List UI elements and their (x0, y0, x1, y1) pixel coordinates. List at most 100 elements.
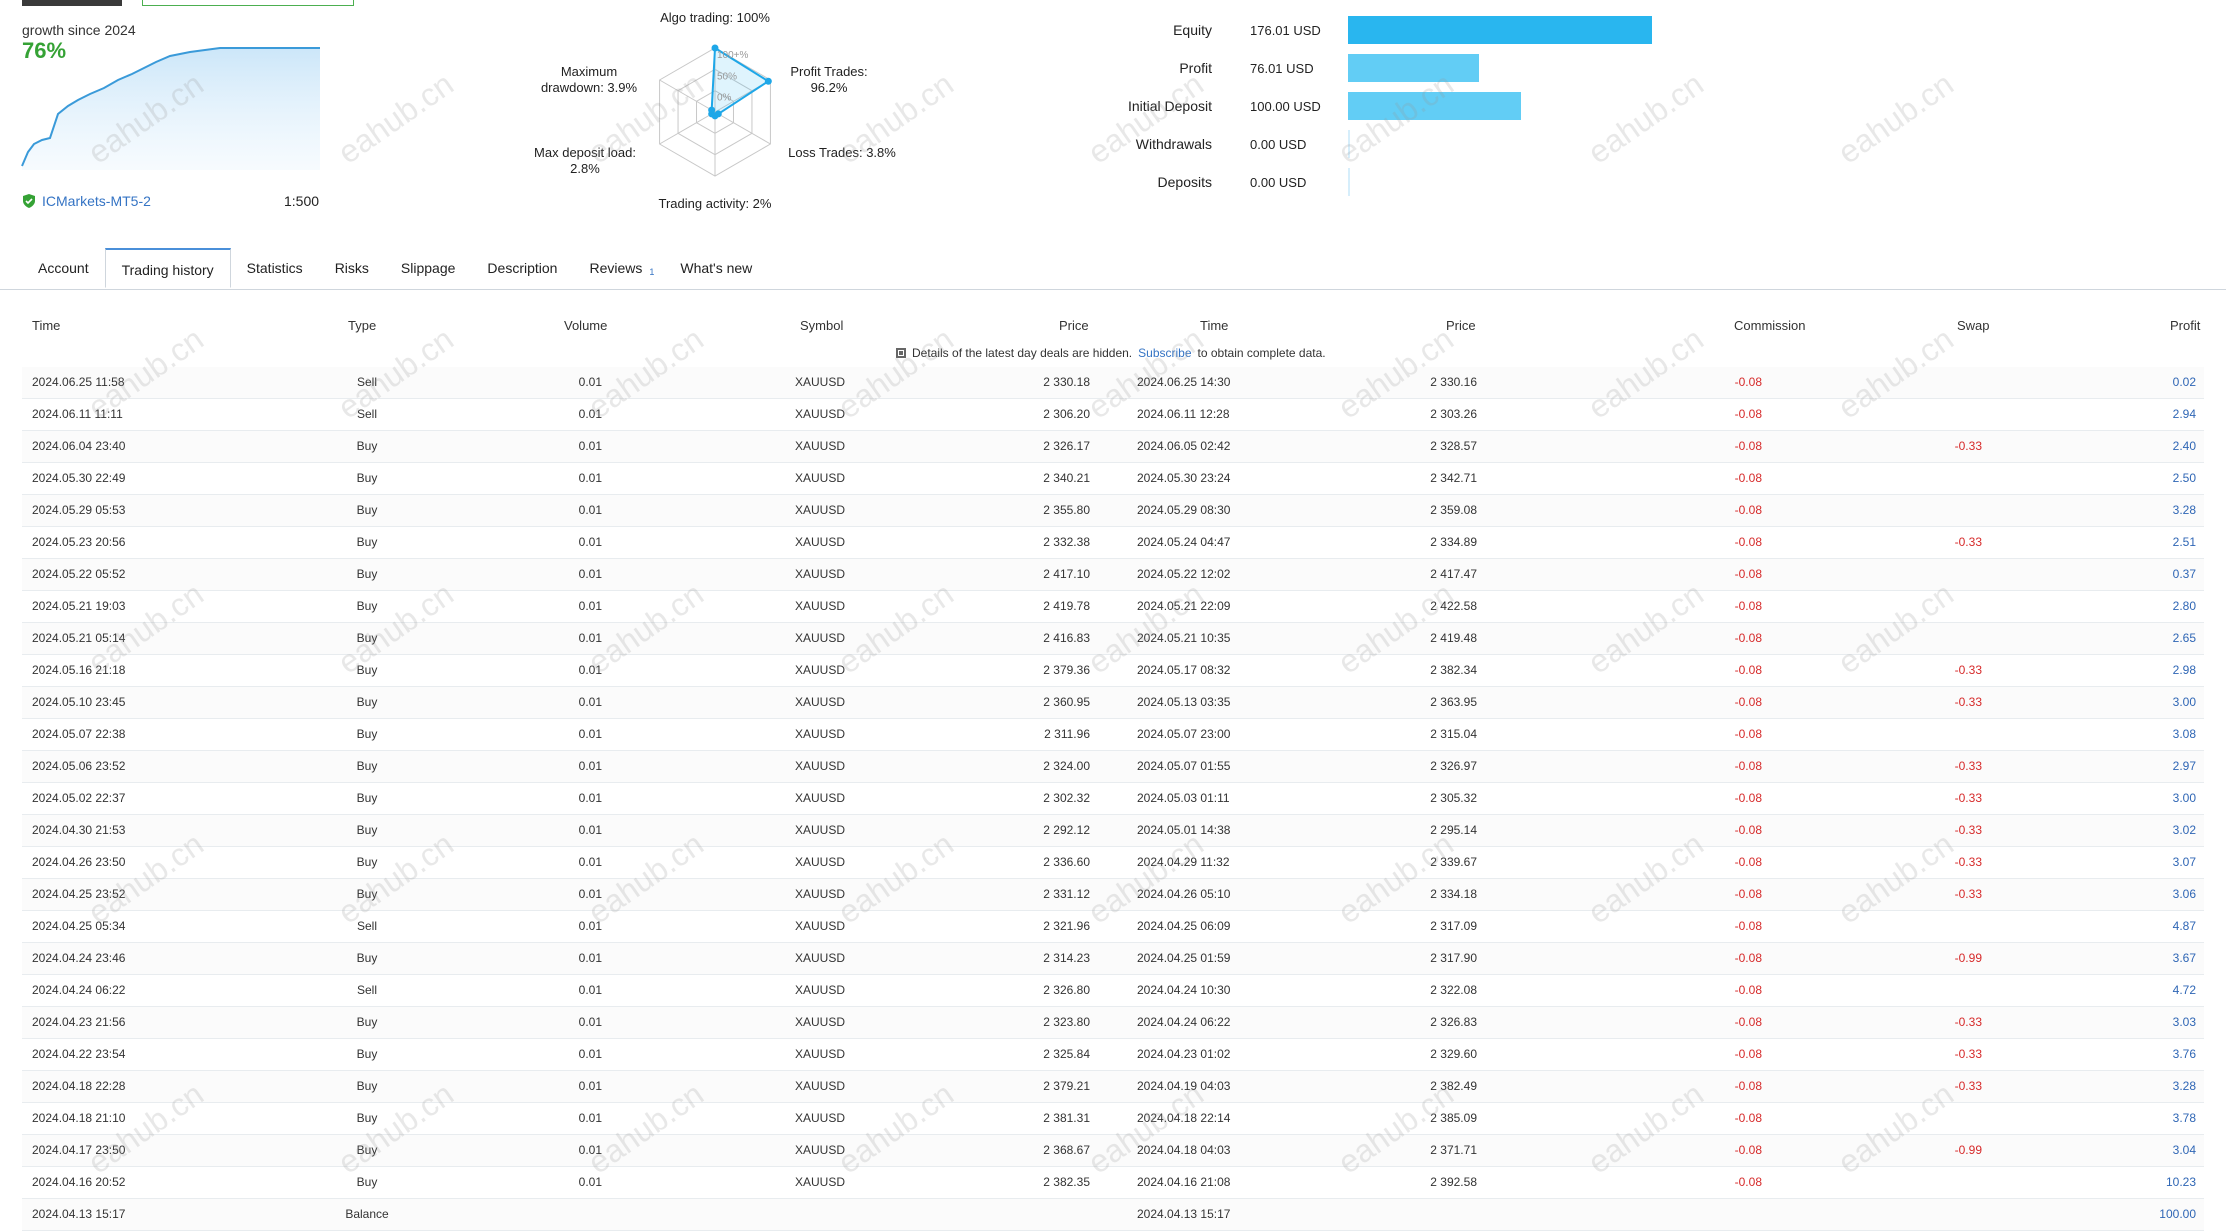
tab-what-s-new[interactable]: What's new (664, 248, 768, 288)
tab-account[interactable]: Account (22, 248, 105, 288)
col-type[interactable]: Type (348, 318, 376, 333)
tab-label: Risks (334, 260, 369, 276)
finance-value: 76.01 USD (1250, 61, 1314, 76)
radar-label-deposit-load: Max deposit load: 2.8% (534, 145, 636, 176)
cell-close-price: 2 326.83 (1430, 1015, 1477, 1029)
cell-type: Buy (356, 503, 378, 517)
cell-commission: -0.08 (1734, 663, 1762, 677)
col-swap[interactable]: Swap (1957, 318, 1990, 333)
cell-volume: 0.01 (578, 951, 602, 965)
cell-commission: -0.08 (1734, 791, 1762, 805)
watermark-text: eahub.cn (331, 65, 460, 171)
table-row: 2024.05.06 23:52 Buy 0.01 XAUUSD 2 324.00 202… (22, 751, 2204, 783)
cell-volume: 0.01 (578, 855, 602, 869)
cell-volume: 0.01 (578, 1079, 602, 1093)
tab-statistics[interactable]: Statistics (231, 248, 319, 288)
cell-open-time: 2024.05.07 22:38 (32, 727, 126, 741)
cell-profit: 3.28 (2172, 1079, 2196, 1093)
cell-volume: 0.01 (578, 759, 602, 773)
cell-profit: 3.02 (2172, 823, 2196, 837)
cell-close-price: 2 305.32 (1430, 791, 1477, 805)
table-row: 2024.04.16 20:52 Buy 0.01 XAUUSD 2 382.35 202… (22, 1167, 2204, 1199)
col-open-time[interactable]: Time (32, 318, 60, 333)
cell-open-price: 2 306.20 (1043, 407, 1090, 421)
finance-label: Equity (1173, 22, 1212, 38)
cell-swap: -0.99 (1954, 1143, 1982, 1157)
cell-symbol: XAUUSD (794, 887, 845, 901)
radar-ring-label: 100+% (717, 50, 749, 61)
leverage: 1:500 (284, 193, 320, 209)
info-square-icon (896, 348, 906, 358)
tab-risks[interactable]: Risks (319, 248, 385, 288)
cell-open-time: 2024.04.17 23:50 (32, 1143, 126, 1157)
cell-volume: 0.01 (578, 1175, 602, 1189)
cell-symbol: XAUUSD (794, 1143, 845, 1157)
cell-swap: -0.33 (1954, 887, 1982, 901)
cell-commission: -0.08 (1734, 1079, 1762, 1093)
cell-open-price: 2 379.21 (1043, 1079, 1090, 1093)
col-commission[interactable]: Commission (1734, 318, 1806, 333)
cell-close-time: 2024.04.25 06:09 (1137, 919, 1231, 933)
hidden-deals-notice: Details of the latest day deals are hidd… (896, 346, 1326, 360)
tab-reviews[interactable]: Reviews 1 (573, 248, 664, 288)
avatar (22, 0, 122, 6)
subscribe-button-edge[interactable] (142, 0, 354, 6)
col-close-time[interactable]: Time (1200, 318, 1228, 333)
col-symbol[interactable]: Symbol (800, 318, 843, 333)
cell-commission: -0.08 (1734, 1143, 1762, 1157)
tab-slippage[interactable]: Slippage (385, 248, 472, 288)
cell-type: Buy (356, 727, 378, 741)
cell-close-time: 2024.05.29 08:30 (1137, 503, 1231, 517)
table-row: 2024.05.16 21:18 Buy 0.01 XAUUSD 2 379.36 202… (22, 655, 2204, 687)
cell-volume: 0.01 (578, 1111, 602, 1125)
table-row: 2024.06.25 11:58 Sell 0.01 XAUUSD 2 330.18 20… (22, 367, 2204, 399)
cell-profit: 0.02 (2172, 375, 2196, 389)
broker-link[interactable]: ICMarkets-MT5-2 (22, 193, 151, 209)
col-close-price[interactable]: Price (1446, 318, 1476, 333)
cell-commission: -0.08 (1734, 407, 1762, 421)
cell-swap: -0.33 (1954, 439, 1982, 453)
tab-trading-history[interactable]: Trading history (104, 248, 231, 288)
cell-profit: 4.72 (2172, 983, 2196, 997)
cell-volume: 0.01 (578, 919, 602, 933)
cell-profit: 100.00 (2159, 1207, 2196, 1221)
cell-volume: 0.01 (578, 1015, 602, 1029)
cell-close-time: 2024.05.30 23:24 (1137, 471, 1231, 485)
cell-symbol: XAUUSD (794, 407, 845, 421)
cell-open-time: 2024.05.29 05:53 (32, 503, 126, 517)
cell-open-price: 2 331.12 (1043, 887, 1090, 901)
tab-description[interactable]: Description (471, 248, 573, 288)
cell-close-price: 2 363.95 (1430, 695, 1477, 709)
cell-volume: 0.01 (578, 727, 602, 741)
col-volume[interactable]: Volume (564, 318, 607, 333)
cell-close-time: 2024.05.13 03:35 (1137, 695, 1231, 709)
table-row: 2024.05.30 22:49 Buy 0.01 XAUUSD 2 340.21 202… (22, 463, 2204, 495)
cell-volume: 0.01 (578, 663, 602, 677)
cell-symbol: XAUUSD (794, 599, 845, 613)
subscribe-link[interactable]: Subscribe (1138, 346, 1191, 360)
cell-profit: 3.06 (2172, 887, 2196, 901)
col-open-price[interactable]: Price (1059, 318, 1089, 333)
radar-label-profit: Profit Trades: 96.2% (790, 64, 868, 95)
cell-close-time: 2024.04.19 04:03 (1137, 1079, 1231, 1093)
cell-commission: -0.08 (1734, 823, 1762, 837)
table-row: 2024.04.25 05:34 Sell 0.01 XAUUSD 2 321.96 20… (22, 911, 2204, 943)
cell-type: Buy (356, 951, 378, 965)
cell-type: Buy (356, 887, 378, 901)
watermark-text: eahub.cn (1831, 65, 1960, 171)
cell-open-time: 2024.05.16 21:18 (32, 663, 126, 677)
cell-commission: -0.08 (1734, 951, 1762, 965)
cell-close-price: 2 317.09 (1430, 919, 1477, 933)
cell-commission: -0.08 (1734, 919, 1762, 933)
cell-profit: 3.00 (2172, 791, 2196, 805)
cell-volume: 0.01 (578, 599, 602, 613)
cell-volume: 0.01 (578, 1143, 602, 1157)
cell-close-time: 2024.05.17 08:32 (1137, 663, 1231, 677)
cell-symbol: XAUUSD (794, 855, 845, 869)
cell-open-time: 2024.04.24 23:46 (32, 951, 126, 965)
cell-symbol: XAUUSD (794, 439, 845, 453)
table-row: 2024.04.26 23:50 Buy 0.01 XAUUSD 2 336.60 202… (22, 847, 2204, 879)
col-profit[interactable]: Profit (2170, 318, 2200, 333)
cell-open-time: 2024.05.21 19:03 (32, 599, 126, 613)
cell-swap: -0.33 (1954, 855, 1982, 869)
